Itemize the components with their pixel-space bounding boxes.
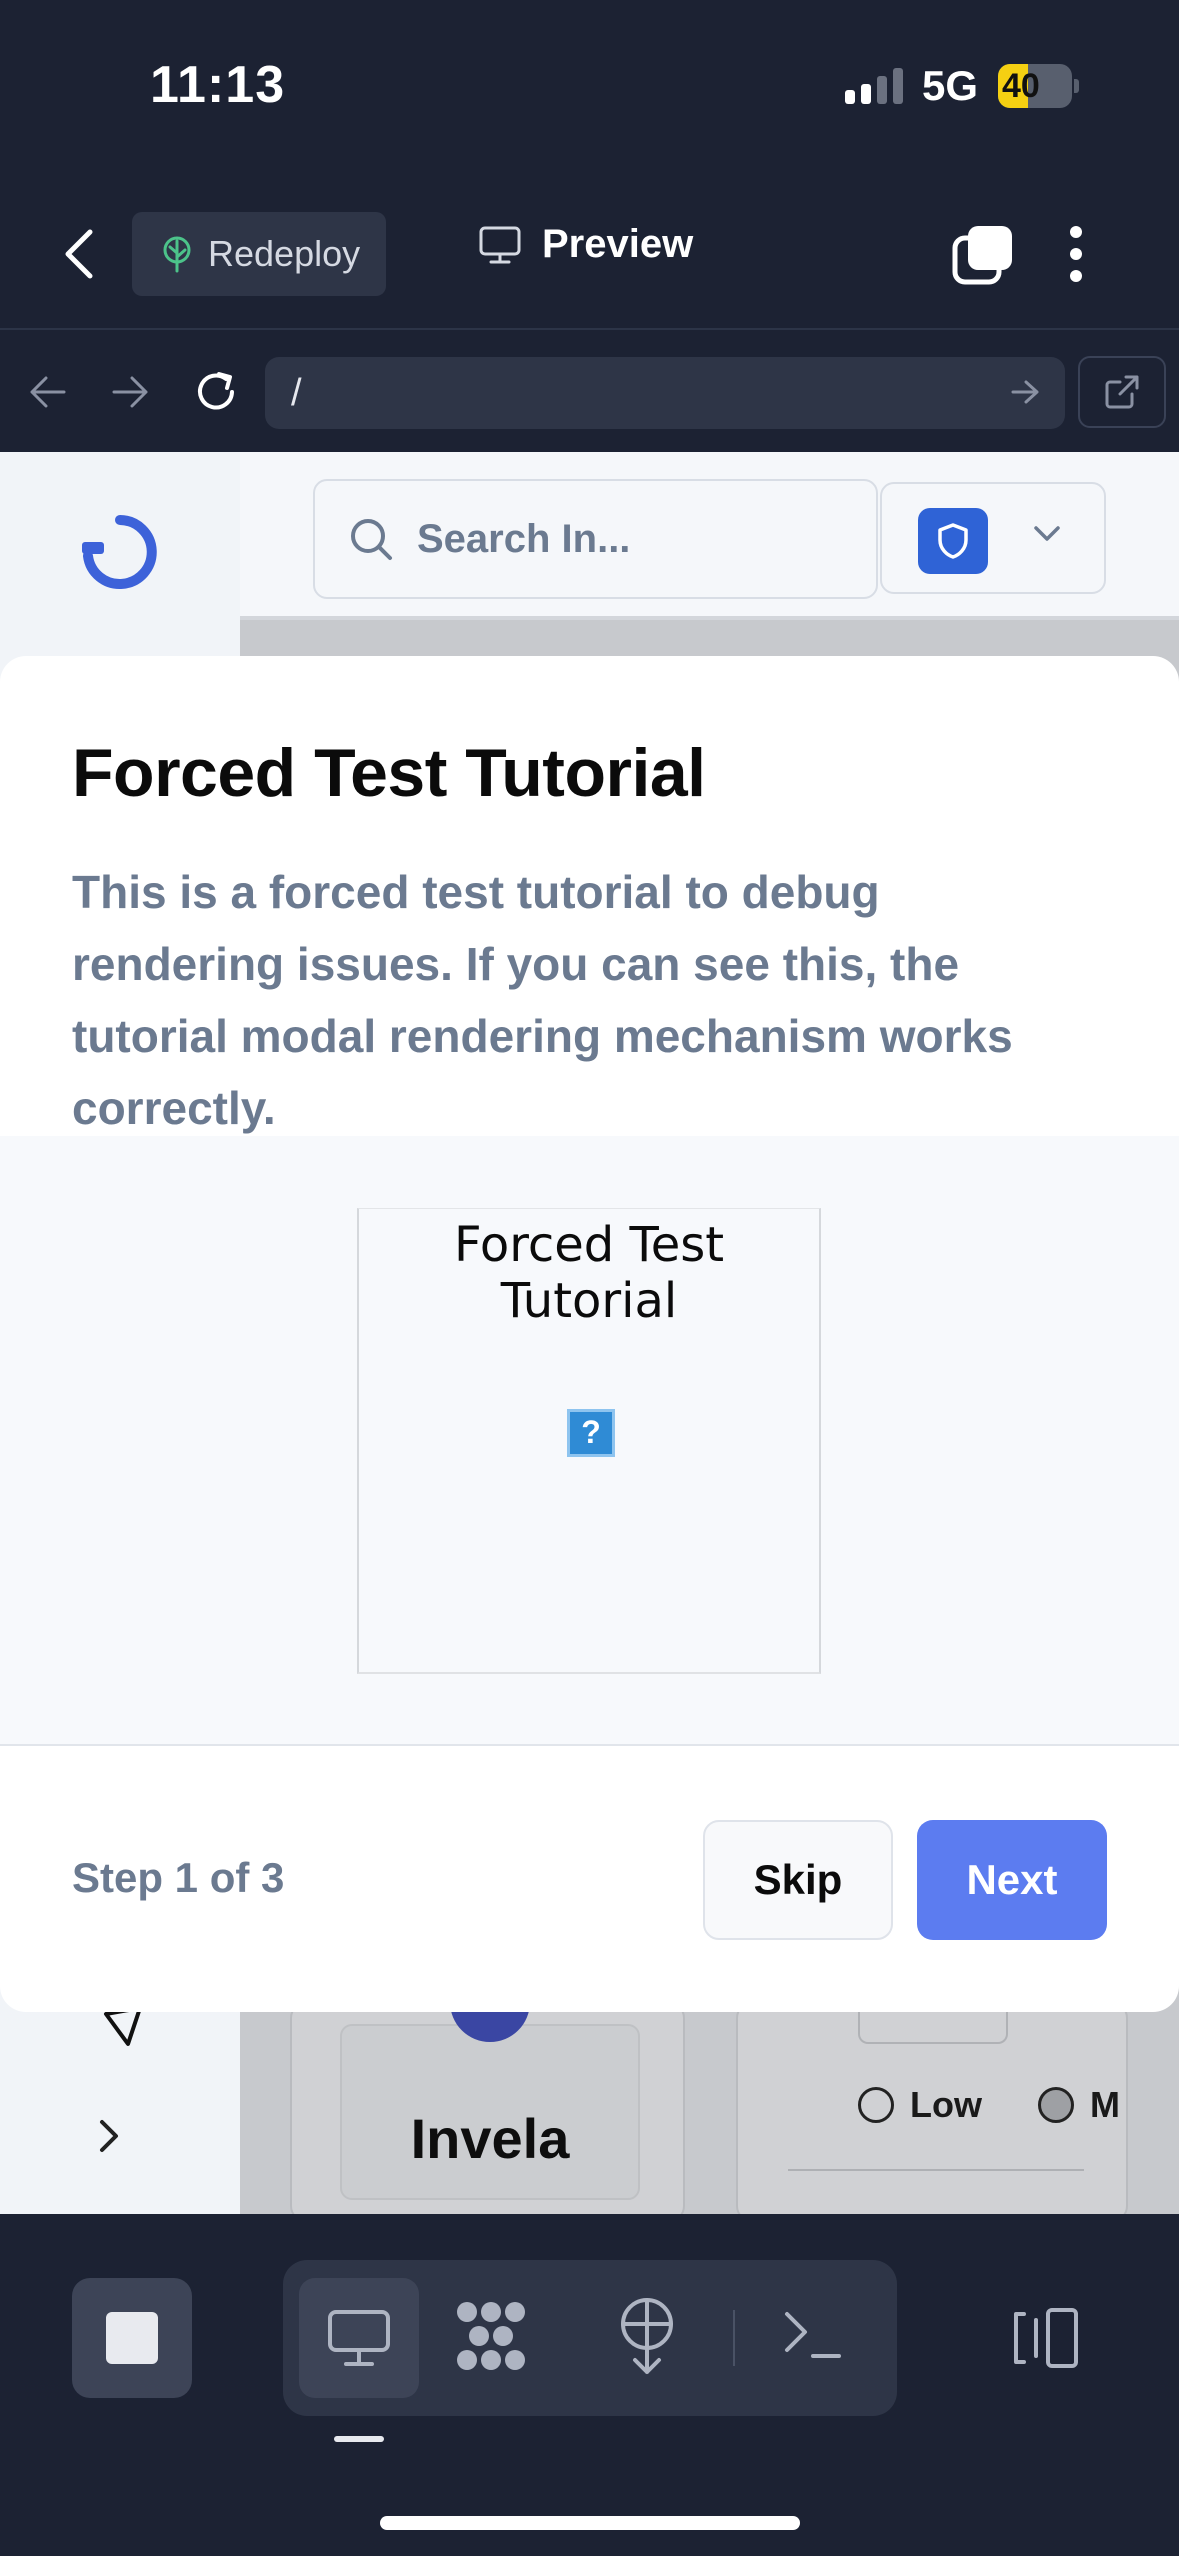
network-type: 5G [922,62,979,109]
desktop-tab[interactable] [299,2278,419,2398]
bottom-toolbar [0,2214,1179,2556]
tutorial-image: Forced Test Tutorial ? [357,1208,821,1674]
chevron-left-icon[interactable] [62,228,98,280]
step-indicator: Step 1 of 3 [72,1854,285,1901]
search-placeholder: Search In... [417,516,631,561]
radio-medium[interactable] [1037,2087,1074,2123]
open-external-button[interactable] [1078,356,1166,428]
modal-title: Forced Test Tutorial [72,735,706,811]
radio-medium-label: M [1089,2084,1120,2125]
terminal-icon[interactable] [783,2306,843,2362]
signal-icon [845,68,903,104]
stop-icon [106,2312,158,2364]
panel-toggle-icon[interactable] [1010,2306,1080,2370]
broken-image-icon: ? [567,1409,615,1457]
tool-group [283,2260,897,2416]
open-external-icon [1105,375,1139,409]
redeploy-label: Redeploy [208,233,361,274]
kebab-menu-icon[interactable] [1068,224,1084,284]
redeploy-button[interactable]: Redeploy [132,212,386,296]
company-logo-box: Invela [340,1992,640,2200]
modal-description: This is a forced test tutorial to debug … [72,866,1013,1134]
risk-radio-group: Low M [858,2084,1120,2126]
chevron-right-icon[interactable] [98,2118,120,2154]
chevron-down-icon [1034,526,1060,541]
battery-level: 40 [1002,67,1040,105]
next-button[interactable]: Next [917,1820,1107,1940]
home-indicator[interactable] [380,2516,800,2530]
search-input[interactable]: Search In... [313,479,878,599]
deploy-icon[interactable] [617,2296,677,2376]
arrow-right-icon[interactable] [110,374,150,410]
status-time: 11:13 [150,56,286,114]
tutorial-modal: Forced Test Tutorial This is a forced te… [0,656,1179,2012]
preview-label: Preview [542,222,694,266]
company-card[interactable]: Invela [290,1992,685,2222]
filter-card: Low M [736,2002,1128,2222]
radio-low-label: Low [910,2084,982,2125]
search-icon [351,519,392,560]
battery-icon: 40 [998,64,1079,108]
shield-button[interactable] [918,508,988,574]
url-input[interactable]: / [265,357,1065,429]
radio-low[interactable] [858,2087,894,2123]
company-name: Invela [410,2107,570,2170]
app-logo-icon [82,515,157,589]
workspace-dropdown[interactable] [880,482,1106,594]
shield-icon [938,523,968,559]
modal-media-area: Forced Test Tutorial ? [0,1136,1179,1746]
active-tab-indicator [334,2436,384,2442]
status-bar: 11:13 5G 40 [0,0,1179,180]
preview-tab[interactable]: Preview [478,222,693,267]
skip-button[interactable]: Skip [703,1820,893,1940]
toolbar-divider [733,2310,735,2366]
monitor-icon [479,226,521,263]
desktop-icon [328,2310,390,2366]
app-header: Redeploy Preview [0,180,1179,330]
stop-button[interactable] [72,2278,192,2398]
divider [788,2169,1084,2171]
browser-bar: / [0,332,1179,452]
image-alt-text: Forced Test Tutorial [453,1217,725,1329]
go-arrow-icon[interactable] [1010,378,1040,406]
dots-grid-icon[interactable] [453,2298,529,2374]
reload-icon[interactable] [192,368,240,416]
tabs-icon[interactable] [952,224,1014,286]
arrow-left-icon[interactable] [28,374,68,410]
deploy-tree-icon [163,236,191,273]
